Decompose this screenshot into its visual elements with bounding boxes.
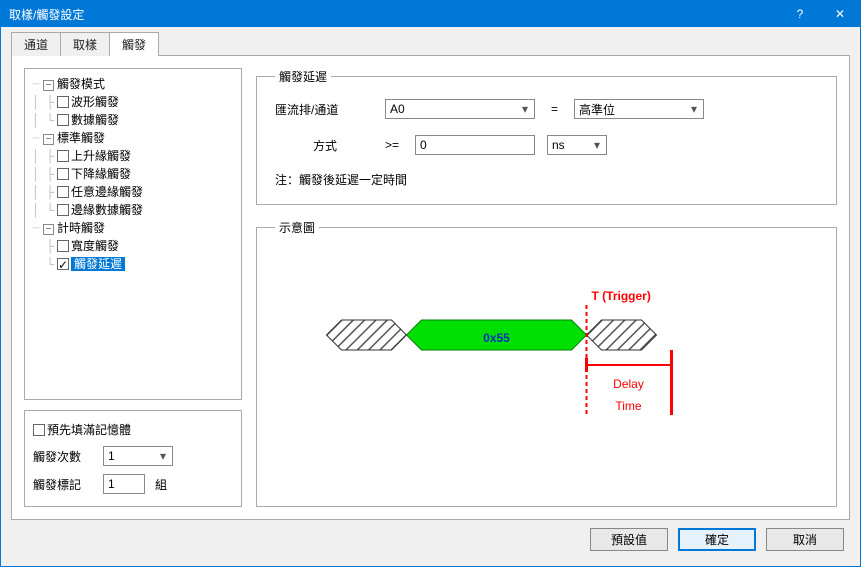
window-title: 取樣/觸發設定: [9, 6, 780, 23]
dialog-footer: 預設值 確定 取消: [11, 520, 850, 558]
checkbox-icon[interactable]: [57, 204, 69, 216]
options-box: 預先填滿記憶體 觸發次數 1▾ 觸發標記 1 組: [24, 410, 242, 507]
diagram-group: 示意圖 0x55: [256, 219, 837, 507]
checkbox-icon[interactable]: [57, 186, 69, 198]
note-text: 注：觸發後延遲一定時間: [275, 171, 407, 188]
tab-panel: ┈−觸發模式 │├波形觸發 │└數據觸發 ┈−標準觸發 │├上升緣觸發 │├下降…: [11, 55, 850, 520]
equals-label: =: [551, 102, 558, 116]
tree-item-width[interactable]: ├寬度觸發: [29, 237, 237, 255]
chevron-down-icon: ▾: [590, 138, 604, 152]
prefill-checkbox[interactable]: [33, 424, 45, 436]
ok-button[interactable]: 確定: [678, 528, 756, 551]
tab-strip: 通道 取樣 觸發: [11, 33, 850, 55]
checkbox-icon[interactable]: [57, 96, 69, 108]
client-area: 通道 取樣 觸發 ┈−觸發模式 │├波形觸發 │└數據觸發 ┈−標準觸發 │├上…: [1, 27, 860, 566]
svg-text:Delay: Delay: [613, 377, 644, 391]
checkbox-icon[interactable]: [57, 150, 69, 162]
level-combo[interactable]: 高準位▾: [574, 99, 704, 119]
tree-item-anyedge[interactable]: │├任意邊緣觸發: [29, 183, 237, 201]
timing-diagram: 0x55 T (Trigger) Delay Time: [275, 250, 818, 430]
tree-group-standard[interactable]: ┈−標準觸發: [29, 129, 237, 147]
checkbox-icon[interactable]: [57, 258, 69, 270]
trigger-tree[interactable]: ┈−觸發模式 │├波形觸發 │└數據觸發 ┈−標準觸發 │├上升緣觸發 │├下降…: [24, 68, 242, 400]
chevron-down-icon: ▾: [518, 102, 532, 116]
tree-item-falling[interactable]: │├下降緣觸發: [29, 165, 237, 183]
mode-label: 方式: [275, 137, 375, 154]
delay-value-input[interactable]: 0: [415, 135, 535, 155]
tab-sample[interactable]: 取樣: [60, 32, 110, 56]
trigger-delay-group: 觸發延遲 匯流排/通道 A0▾ = 高準位▾ 方式 >=: [256, 68, 837, 205]
help-button[interactable]: ?: [780, 1, 820, 27]
prefill-label: 預先填滿記憶體: [47, 421, 131, 438]
right-column: 觸發延遲 匯流排/通道 A0▾ = 高準位▾ 方式 >=: [256, 68, 837, 507]
tree-item-waveform[interactable]: │├波形觸發: [29, 93, 237, 111]
tree-item-data[interactable]: │└數據觸發: [29, 111, 237, 129]
bus-channel-label: 匯流排/通道: [275, 101, 375, 118]
title-bar: 取樣/觸發設定 ? ✕: [1, 1, 860, 27]
delay-unit-combo[interactable]: ns▾: [547, 135, 607, 155]
trigger-count-label: 觸發次數: [33, 448, 103, 465]
tab-channel[interactable]: 通道: [11, 32, 61, 56]
dialog-window: 取樣/觸發設定 ? ✕ 通道 取樣 觸發 ┈−觸發模式 │├波形觸發 │└數據觸…: [0, 0, 861, 567]
trigger-count-combo[interactable]: 1▾: [103, 446, 173, 466]
group-title: 觸發延遲: [275, 68, 331, 85]
chevron-down-icon: ▾: [687, 102, 701, 116]
checkbox-icon[interactable]: [57, 168, 69, 180]
diagram-title: 示意圖: [275, 219, 319, 236]
svg-text:Time: Time: [615, 399, 642, 413]
trigger-mark-label: 觸發標記: [33, 476, 103, 493]
tree-item-edgedata[interactable]: │└邊緣數據觸發: [29, 201, 237, 219]
defaults-button[interactable]: 預設值: [590, 528, 668, 551]
tab-trigger[interactable]: 觸發: [109, 32, 159, 56]
checkbox-icon[interactable]: [57, 240, 69, 252]
tree-item-rising[interactable]: │├上升緣觸發: [29, 147, 237, 165]
cancel-button[interactable]: 取消: [766, 528, 844, 551]
tree-item-delay[interactable]: └觸發延遲: [29, 255, 237, 273]
trigger-mark-input[interactable]: 1: [103, 474, 145, 494]
left-column: ┈−觸發模式 │├波形觸發 │└數據觸發 ┈−標準觸發 │├上升緣觸發 │├下降…: [24, 68, 242, 507]
svg-text:0x55: 0x55: [483, 331, 510, 345]
tree-group-timing[interactable]: ┈−計時觸發: [29, 219, 237, 237]
chevron-down-icon: ▾: [156, 449, 170, 463]
close-button[interactable]: ✕: [820, 1, 860, 27]
bus-channel-combo[interactable]: A0▾: [385, 99, 535, 119]
mode-operator: >=: [385, 138, 415, 152]
checkbox-icon[interactable]: [57, 114, 69, 126]
svg-text:T (Trigger): T (Trigger): [592, 289, 651, 303]
tree-group-mode[interactable]: ┈−觸發模式: [29, 75, 237, 93]
trigger-mark-unit: 組: [155, 476, 167, 493]
